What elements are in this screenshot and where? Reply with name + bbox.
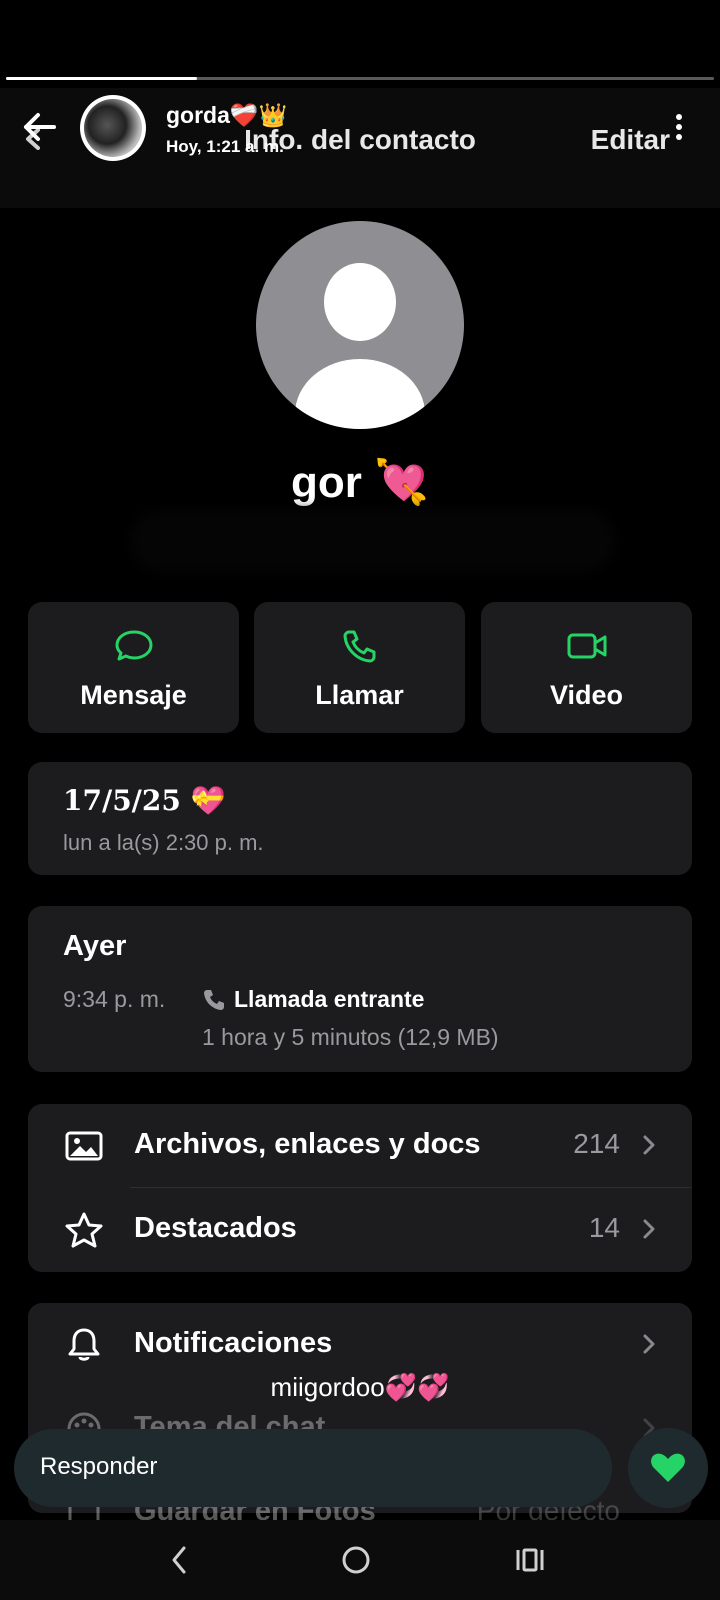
avatar-body-shape	[295, 359, 425, 429]
call-type: Llamada entrante	[234, 986, 425, 1012]
reply-placeholder: Responder	[40, 1453, 158, 1480]
story-progress-fill	[6, 77, 198, 80]
call-button[interactable]: Llamar	[254, 602, 465, 733]
react-heart-button[interactable]	[628, 1428, 708, 1508]
phone-icon	[343, 630, 375, 663]
story-timestamp: Hoy, 1:21 a. m.	[166, 137, 284, 156]
nav-recents-icon[interactable]	[512, 1542, 548, 1578]
reply-input[interactable]: Responder	[14, 1429, 612, 1507]
story-author-avatar[interactable]	[80, 95, 146, 161]
chevron-right-icon	[643, 1135, 655, 1155]
video-icon	[567, 633, 606, 659]
video-label: Video	[549, 680, 624, 710]
call-history-card[interactable]: Ayer 9:34 p. m. Llamada entrante 1 hora …	[28, 906, 692, 1072]
call-day: Ayer	[63, 930, 127, 962]
chevron-right-icon	[643, 1219, 655, 1239]
message-button[interactable]: Mensaje	[28, 602, 239, 733]
message-label: Mensaje	[80, 680, 187, 710]
contact-name: gor 💘	[291, 458, 429, 507]
contact-avatar[interactable]	[256, 221, 464, 429]
media-links-docs-row[interactable]: Archivos, enlaces y docs 214	[28, 1104, 692, 1188]
row-label: Archivos, enlaces y docs	[134, 1128, 481, 1160]
avatar-photo	[84, 99, 142, 157]
call-label: Llamar	[315, 680, 404, 710]
story-progress-bar	[6, 77, 714, 80]
bell-icon	[68, 1328, 100, 1361]
image-icon	[65, 1131, 103, 1161]
avatar-head-shape	[324, 263, 396, 341]
row-count: 14	[588, 1212, 620, 1243]
nav-home-icon[interactable]	[338, 1542, 374, 1578]
call-duration: 1 hora y 5 minutos (12,9 MB)	[202, 1024, 499, 1050]
redacted-region	[130, 510, 615, 572]
story-author-name[interactable]: gorda❤️‍🩹👑	[166, 102, 287, 129]
back-arrow-icon[interactable]	[22, 112, 58, 142]
incoming-call-icon	[204, 990, 224, 1010]
star-icon	[65, 1212, 103, 1248]
row-label: Notificaciones	[134, 1327, 333, 1359]
call-time: 9:34 p. m.	[63, 986, 166, 1012]
more-options-icon[interactable]	[676, 114, 684, 144]
row-count: 214	[573, 1128, 620, 1159]
system-navigation-bar	[0, 1520, 720, 1600]
about-date: lun a la(s) 2:30 p. m.	[63, 830, 264, 855]
video-button[interactable]: Video	[481, 602, 692, 733]
about-card: 17/5/25 💝 lun a la(s) 2:30 p. m.	[28, 762, 692, 875]
about-text: 17/5/25 💝	[63, 784, 226, 817]
nav-back-icon[interactable]	[162, 1542, 198, 1578]
story-caption: miigordoo💞💞	[270, 1372, 450, 1402]
chevron-right-icon	[643, 1334, 655, 1354]
edit-button[interactable]: Editar	[591, 124, 670, 156]
media-card: Archivos, enlaces y docs 214 Destacados …	[28, 1104, 692, 1272]
row-label: Destacados	[134, 1212, 297, 1244]
message-icon	[115, 630, 152, 661]
heart-icon	[651, 1453, 685, 1482]
starred-row[interactable]: Destacados 14	[28, 1188, 692, 1270]
